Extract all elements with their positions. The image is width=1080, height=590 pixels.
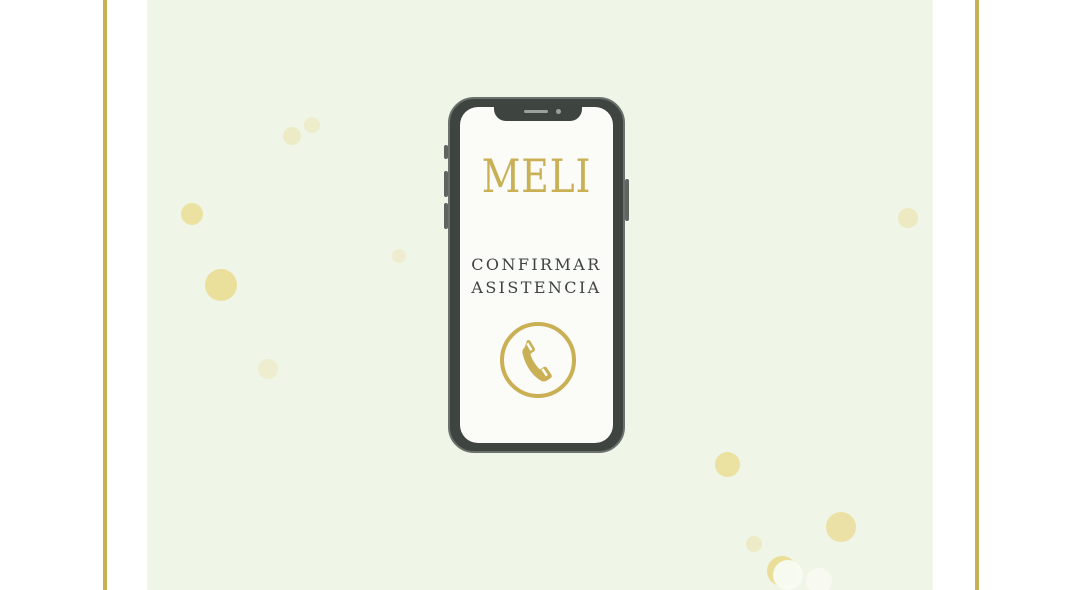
invitee-name: MELI — [481, 149, 592, 203]
phone-side-button — [444, 203, 448, 229]
invitation-canvas: MELI CONFIRMAR ASISTENCIA — [0, 0, 1080, 590]
bokeh-dot — [392, 249, 406, 263]
call-button[interactable] — [500, 322, 576, 398]
bokeh-dot — [304, 117, 320, 133]
phone-side-button — [625, 179, 629, 221]
phone-side-button — [444, 145, 448, 159]
phone-screen: MELI CONFIRMAR ASISTENCIA — [460, 107, 613, 443]
bokeh-dot — [715, 452, 740, 477]
phone-icon — [522, 339, 552, 382]
front-camera — [556, 109, 561, 114]
bokeh-dot — [205, 269, 237, 301]
bokeh-dot — [283, 127, 301, 145]
speaker-grille — [524, 110, 548, 113]
phone-notch — [494, 107, 582, 121]
bokeh-dot — [806, 568, 832, 590]
bokeh-dot — [746, 536, 762, 552]
phone-side-button — [444, 171, 448, 197]
bokeh-dot — [181, 203, 203, 225]
bokeh-dot — [258, 359, 278, 379]
confirm-line-2: ASISTENCIA — [471, 278, 602, 297]
confirm-line-1: CONFIRMAR — [471, 255, 602, 274]
bokeh-dot — [773, 560, 803, 590]
phone-mockup: MELI CONFIRMAR ASISTENCIA — [444, 97, 629, 453]
confirm-attendance-text[interactable]: CONFIRMAR ASISTENCIA — [460, 253, 613, 299]
bokeh-dot — [898, 208, 918, 228]
left-gold-border — [103, 0, 107, 590]
right-gold-border — [975, 0, 979, 590]
bokeh-dot — [826, 512, 856, 542]
